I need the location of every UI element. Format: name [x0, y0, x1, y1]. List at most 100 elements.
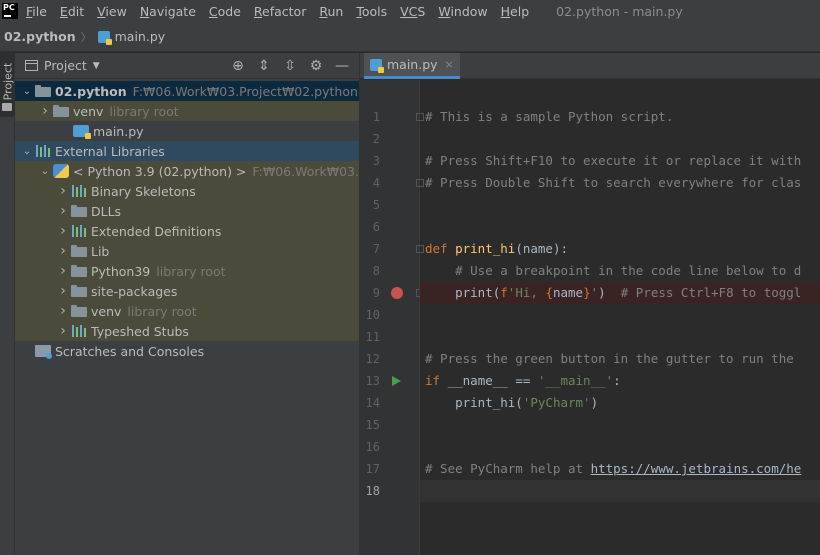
code-line[interactable] — [420, 128, 820, 150]
project-tool-tab[interactable]: Project — [0, 53, 15, 117]
breakpoint-icon[interactable] — [391, 287, 403, 299]
chevron-right-icon[interactable]: › — [39, 103, 51, 119]
line-number: 2 — [372, 132, 380, 146]
tree-item-label: DLLs — [91, 203, 122, 219]
chevron-down-icon[interactable]: ⌄ — [39, 166, 51, 177]
chevron-down-icon[interactable]: ⌄ — [21, 146, 33, 157]
code-line[interactable] — [420, 436, 820, 458]
line-number: 6 — [372, 220, 380, 234]
run-icon[interactable] — [392, 376, 401, 386]
code-line[interactable]: print(f'Hi, {name}') # Press Ctrl+F8 to … — [420, 282, 820, 304]
code-line[interactable]: # See PyCharm help at https://www.jetbra… — [420, 458, 820, 480]
code-line[interactable]: def print_hi(name): — [420, 238, 820, 260]
code-line[interactable] — [420, 326, 820, 348]
line-number: 16 — [365, 440, 380, 454]
chevron-down-icon[interactable]: ▼ — [93, 61, 100, 71]
tree-item[interactable]: ⌄ < Python 3.9 (02.python) > F:₩06.Work₩03… — [15, 161, 359, 181]
line-number: 3 — [372, 154, 380, 168]
tree-item[interactable]: › venv library root — [15, 101, 359, 121]
window-title: 02.python - main.py — [556, 3, 683, 19]
breadcrumb-project[interactable]: 02.python — [4, 29, 76, 44]
tree-item-hint: library root — [109, 103, 179, 119]
code-line[interactable] — [420, 216, 820, 238]
chevron-right-icon[interactable]: › — [57, 323, 69, 339]
gear-icon[interactable]: ⚙ — [303, 58, 329, 74]
code-line[interactable] — [420, 304, 820, 326]
tree-item[interactable]: › Extended Definitions — [15, 221, 359, 241]
tree-item[interactable]: ⌄ 02.python F:₩06.Work₩03.Project₩02.pytho… — [15, 81, 359, 101]
line-number: 10 — [365, 308, 380, 322]
chevron-right-icon[interactable]: › — [57, 303, 69, 319]
tree-item-label: Typeshed Stubs — [91, 323, 189, 339]
python-file-icon — [97, 30, 112, 45]
expand-all-icon[interactable]: ⇕ — [251, 58, 277, 74]
code-line[interactable]: print_hi('PyCharm') — [420, 392, 820, 414]
chevron-right-icon[interactable]: › — [57, 223, 69, 239]
code-area[interactable]: # This is a sample Python script. # Press… — [420, 80, 820, 555]
editor: main.py × 1 2 3 4 5 6 7 8 9 10 11 12 13 14 15 16 17 18 # … — [360, 53, 820, 555]
line-number: 5 — [372, 198, 380, 212]
tree-item[interactable]: › site-packages — [15, 281, 359, 301]
menu-item[interactable]: Refactor — [254, 4, 306, 19]
menu-item[interactable]: Edit — [60, 4, 84, 19]
code-line[interactable]: # This is a sample Python script. — [420, 106, 820, 128]
close-icon[interactable]: × — [445, 58, 454, 71]
library-icon — [71, 325, 87, 337]
line-number: 7 — [372, 242, 380, 256]
menu-label: S — [417, 3, 426, 19]
chevron-down-icon[interactable]: ⌄ — [21, 86, 33, 97]
folder-icon — [71, 265, 87, 277]
tree-item[interactable]: › Binary Skeletons — [15, 181, 359, 201]
breadcrumb-file[interactable]: main.py — [97, 29, 165, 45]
folder-icon — [53, 105, 69, 117]
menu-item[interactable]: Code — [209, 4, 241, 19]
tree-item[interactable]: ⌄ External Libraries — [15, 141, 359, 161]
code-line[interactable] — [420, 194, 820, 216]
line-number: 4 — [372, 176, 380, 190]
tree-item-label: venv — [73, 103, 104, 119]
chevron-right-icon[interactable]: › — [57, 283, 69, 299]
line-number: 15 — [365, 418, 380, 432]
menu-item[interactable]: Navigate — [140, 4, 196, 19]
code-line[interactable]: # Press Double Shift to search everywher… — [420, 172, 820, 194]
chevron-right-icon[interactable]: › — [57, 183, 69, 199]
editor-tab-bar: main.py × — [360, 53, 820, 79]
tree-item[interactable]: › Python39 library root — [15, 261, 359, 281]
code-line[interactable]: if __name__ == '__main__': — [420, 370, 820, 392]
tree-item-label: External Libraries — [55, 143, 165, 159]
tree-item[interactable]: Scratches and Consoles — [15, 341, 359, 361]
tab-main-py[interactable]: main.py × — [364, 53, 460, 79]
code-line[interactable] — [420, 414, 820, 436]
menu-item[interactable]: Help — [501, 4, 530, 19]
chevron-right-icon[interactable]: › — [57, 203, 69, 219]
editor-gutter[interactable]: 1 2 3 4 5 6 7 8 9 10 11 12 13 14 15 16 17 18 — [360, 80, 424, 555]
menu-label: elp — [510, 3, 530, 19]
menu-item[interactable]: Tools — [356, 4, 387, 19]
tree-item[interactable]: › DLLs — [15, 201, 359, 221]
project-view-selector[interactable]: Project — [44, 58, 87, 73]
tree-item[interactable]: › Lib — [15, 241, 359, 261]
menu-mnemonic: W — [438, 3, 451, 19]
locate-file-icon[interactable]: ⊕ — [225, 58, 251, 74]
hide-panel-icon[interactable]: — — [329, 58, 355, 74]
code-line[interactable]: # Press Shift+F10 to execute it or repla… — [420, 150, 820, 172]
tree-item[interactable]: main.py — [15, 121, 359, 141]
python-sdk-icon — [53, 164, 69, 178]
code-line[interactable]: # Use a breakpoint in the code line belo… — [420, 260, 820, 282]
menu-item[interactable]: VCS — [400, 4, 425, 19]
library-icon — [71, 185, 87, 197]
line-number: 9 — [372, 286, 380, 300]
tree-item[interactable]: › Typeshed Stubs — [15, 321, 359, 341]
menu-item[interactable]: File — [26, 4, 47, 19]
collapse-all-icon[interactable]: ⇳ — [277, 58, 303, 74]
tree-item[interactable]: › venv library root — [15, 301, 359, 321]
menu-mnemonic: H — [500, 3, 511, 19]
menu-mnemonic: R — [253, 3, 263, 19]
menu-item[interactable]: Window — [438, 4, 487, 19]
chevron-right-icon[interactable]: › — [57, 263, 69, 279]
code-line[interactable]: # Press the green button in the gutter t… — [420, 348, 820, 370]
menu-item[interactable]: View — [97, 4, 127, 19]
menu-item[interactable]: Run — [319, 4, 343, 19]
code-line[interactable] — [420, 480, 820, 502]
chevron-right-icon[interactable]: › — [57, 243, 69, 259]
